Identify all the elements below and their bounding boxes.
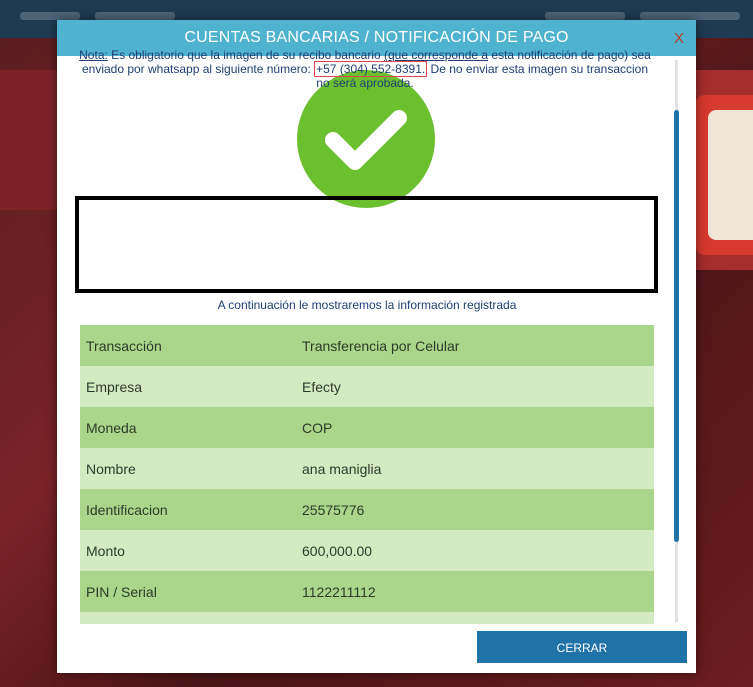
row-label: Monto: [86, 542, 125, 559]
row-value: 25575776: [302, 501, 365, 518]
table-row: Identificacion 25575776: [80, 489, 654, 530]
note-text: Nota: Es obligatorio que la imagen de su…: [77, 48, 653, 90]
check-icon: [325, 110, 407, 170]
note-underlined-text: (que corresponde a: [384, 48, 489, 62]
cerrar-button[interactable]: CERRAR: [477, 631, 687, 663]
row-label: Moneda: [86, 419, 137, 436]
row-value: Efecty: [302, 378, 341, 395]
background-nav-item: [640, 12, 740, 20]
table-row: Moneda COP: [80, 407, 654, 448]
row-label: Empresa: [86, 378, 143, 395]
whatsapp-phone-number: +57 (304) 552-8391.: [314, 61, 428, 77]
note-label: Nota:: [79, 48, 108, 62]
table-row: Monto 600,000.00: [80, 530, 654, 571]
row-value: Transferencia por Celular: [302, 337, 460, 354]
background-sign-inner: [708, 110, 753, 240]
row-value: COP: [302, 419, 333, 436]
payment-notification-modal: CUENTAS BANCARIAS / NOTIFICACIÓN DE PAGO…: [57, 20, 696, 673]
row-value: 600,000.00: [302, 542, 373, 559]
background-nav-item: [20, 12, 80, 20]
note-box: [75, 196, 658, 293]
row-partial: [80, 612, 654, 624]
note-text-part: Es obligatorio que la imagen de su recib…: [107, 48, 384, 62]
table-row: PIN / Serial 1122211112: [80, 571, 654, 612]
info-subtitle: A continuación le mostraremos la informa…: [217, 298, 517, 312]
close-icon[interactable]: X: [674, 20, 684, 56]
row-label: PIN / Serial: [86, 583, 157, 600]
row-value: 1122211112: [302, 583, 376, 600]
transaction-info-table: Transacción Transferencia por Celular Empr…: [80, 325, 654, 624]
table-row: Nombre ana maniglia: [80, 448, 654, 489]
row-label: Nombre: [86, 460, 136, 477]
table-row: Transacción Transferencia por Celular: [80, 325, 654, 366]
modal-scrollbar-thumb[interactable]: [674, 110, 679, 542]
success-check-badge: [297, 70, 435, 208]
background-shape: [0, 70, 60, 210]
row-label: Identificacion: [86, 501, 168, 518]
background-nav-item: [545, 12, 625, 20]
row-value: ana maniglia: [302, 460, 382, 477]
background-nav-item: [95, 12, 175, 20]
table-row: Empresa Efecty: [80, 366, 654, 407]
table-row: [80, 612, 654, 624]
row-label: Transacción: [86, 337, 162, 354]
